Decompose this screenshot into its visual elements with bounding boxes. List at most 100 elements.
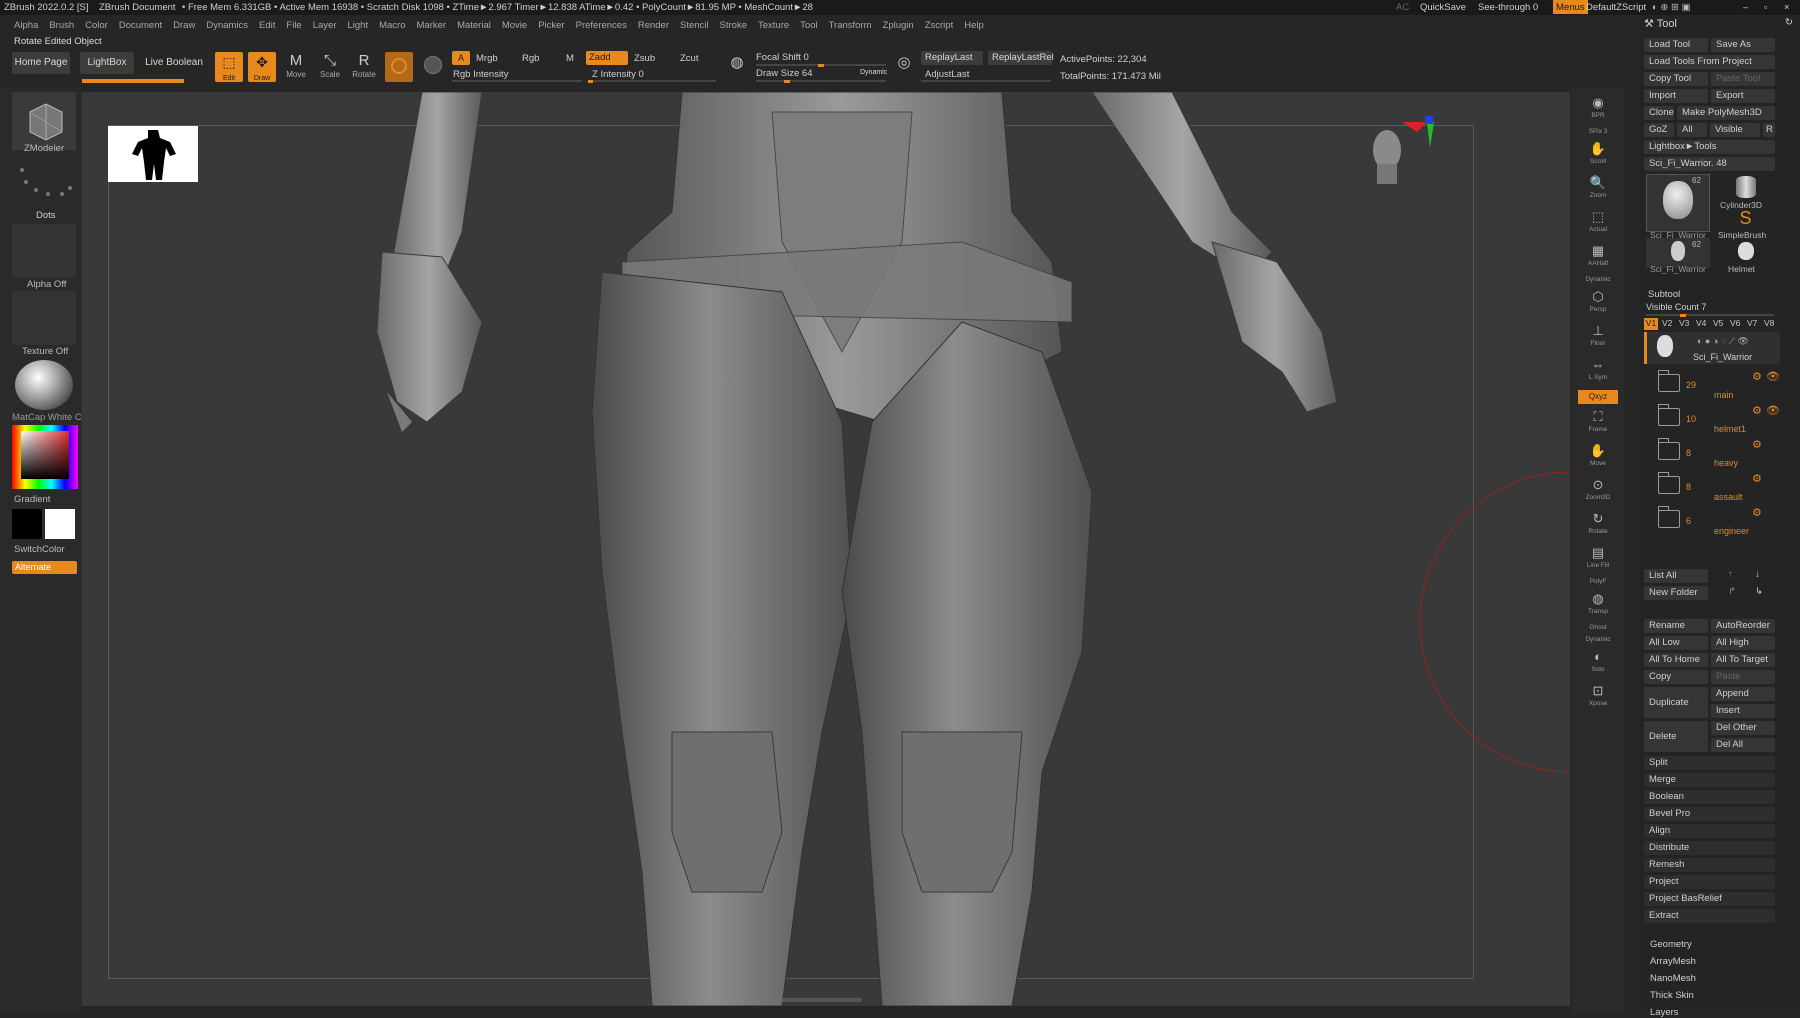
color-picker[interactable] bbox=[12, 425, 78, 489]
zcut-toggle[interactable]: Zcut bbox=[680, 53, 698, 64]
append-button[interactable]: Append bbox=[1711, 687, 1775, 701]
ac-label[interactable]: AC bbox=[1396, 2, 1409, 13]
menu-transform[interactable]: Transform bbox=[829, 20, 872, 31]
rename-button[interactable]: Rename bbox=[1644, 619, 1708, 633]
load-from-project-button[interactable]: Load Tools From Project bbox=[1644, 55, 1775, 69]
goz-r-button[interactable]: R bbox=[1763, 123, 1775, 137]
lightbox-button[interactable]: LightBox bbox=[80, 52, 134, 74]
del-all-button[interactable]: Del All bbox=[1711, 738, 1775, 752]
live-boolean-button[interactable]: Live Boolean bbox=[144, 52, 204, 74]
material-sphere-icon[interactable] bbox=[419, 56, 447, 86]
menu-zplugin[interactable]: Zplugin bbox=[883, 20, 914, 31]
shelf-line-fill[interactable]: ▤ Line Fill bbox=[1578, 544, 1618, 576]
menu-tool[interactable]: Tool bbox=[800, 20, 817, 31]
brush-material-button[interactable] bbox=[385, 52, 413, 82]
section-remesh[interactable]: Remesh bbox=[1644, 858, 1775, 872]
shelf-dynamic[interactable]: Dynamic bbox=[1578, 636, 1618, 647]
see-through-slider[interactable]: See-through 0 bbox=[1478, 2, 1538, 13]
copy-subtool-button[interactable]: Copy bbox=[1644, 670, 1708, 684]
rotate-button[interactable]: R Rotate bbox=[350, 52, 378, 82]
menu-marker[interactable]: Marker bbox=[417, 20, 447, 31]
shelf-xpose[interactable]: ⊡ Xpose bbox=[1578, 682, 1618, 714]
m-toggle[interactable]: M bbox=[566, 53, 574, 64]
replay-last-rel-button[interactable]: ReplayLastRel bbox=[988, 51, 1054, 65]
menu-preferences[interactable]: Preferences bbox=[576, 20, 627, 31]
menu-edit[interactable]: Edit bbox=[259, 20, 275, 31]
scale-button[interactable]: ⤡ Scale bbox=[316, 52, 344, 82]
version-tab-v5[interactable]: V5 bbox=[1713, 318, 1723, 328]
stroke-dots[interactable] bbox=[12, 158, 76, 210]
shelf-polyf[interactable]: PolyF bbox=[1578, 578, 1618, 589]
shelf-zoom[interactable]: 🔍 Zoom bbox=[1578, 174, 1618, 206]
menu-render[interactable]: Render bbox=[638, 20, 669, 31]
menu-file[interactable]: File bbox=[286, 20, 301, 31]
zsub-toggle[interactable]: Zsub bbox=[634, 53, 655, 64]
folder-main[interactable]: 29 main ⚙ 👁 bbox=[1644, 366, 1780, 400]
shelf-zoom3d[interactable]: ⊙ Zoom3D bbox=[1578, 476, 1618, 508]
del-other-button[interactable]: Del Other bbox=[1711, 721, 1775, 735]
version-tab-v1[interactable]: V1 bbox=[1644, 318, 1658, 330]
mrgb-toggle[interactable]: Mrgb bbox=[476, 53, 498, 64]
version-tab-v3[interactable]: V3 bbox=[1679, 318, 1689, 328]
goz-visible-button[interactable]: Visible bbox=[1710, 123, 1760, 137]
replay-icon[interactable]: ◎ bbox=[890, 54, 918, 84]
section-merge[interactable]: Merge bbox=[1644, 773, 1775, 787]
silhouette-preview[interactable] bbox=[108, 126, 198, 182]
export-button[interactable]: Export bbox=[1711, 89, 1775, 103]
main-color-swatch[interactable] bbox=[45, 509, 75, 539]
arrow-up-icon[interactable]: ↱ bbox=[1728, 586, 1736, 597]
shelf-floor[interactable]: ⊥ Floor bbox=[1578, 322, 1618, 354]
menu-layer[interactable]: Layer bbox=[313, 20, 337, 31]
section-bevel-pro[interactable]: Bevel Pro bbox=[1644, 807, 1775, 821]
folder-helmet1[interactable]: 10 helmet1 ⚙ 👁 bbox=[1644, 400, 1780, 434]
menu-material[interactable]: Material bbox=[457, 20, 491, 31]
lightbox-tools-button[interactable]: Lightbox►Tools bbox=[1644, 140, 1775, 154]
version-tab-v6[interactable]: V6 bbox=[1730, 318, 1740, 328]
all-high-button[interactable]: All High bbox=[1711, 636, 1775, 650]
visible-count-slider[interactable]: Visible Count 7 bbox=[1646, 302, 1706, 312]
section-distribute[interactable]: Distribute bbox=[1644, 841, 1775, 855]
z-intensity-slider[interactable]: Z Intensity 0 bbox=[592, 69, 644, 80]
shelf-persp[interactable]: ⬡ Persp bbox=[1578, 288, 1618, 320]
pin-icon[interactable]: ↻ bbox=[1785, 17, 1793, 28]
menu-dynamics[interactable]: Dynamics bbox=[206, 20, 248, 31]
zmodeler-brush[interactable] bbox=[12, 92, 76, 150]
menu-macro[interactable]: Macro bbox=[379, 20, 405, 31]
new-folder-button[interactable]: New Folder bbox=[1644, 586, 1708, 600]
paste-subtool-button[interactable]: Paste bbox=[1711, 670, 1775, 684]
a-toggle[interactable]: A bbox=[452, 51, 470, 65]
all-to-home-button[interactable]: All To Home bbox=[1644, 653, 1708, 667]
section-project[interactable]: Project bbox=[1644, 875, 1775, 889]
subtool-header[interactable]: Subtool bbox=[1648, 289, 1680, 300]
make-polymesh-button[interactable]: Make PolyMesh3D bbox=[1677, 106, 1775, 120]
import-button[interactable]: Import bbox=[1644, 89, 1708, 103]
subpalette-arraymesh[interactable]: ArrayMesh bbox=[1650, 956, 1696, 967]
shelf-qxyz[interactable]: Qxyz bbox=[1578, 390, 1618, 404]
dynamic-toggle[interactable]: Dynamic bbox=[860, 69, 887, 76]
sci-fi-warrior-model[interactable] bbox=[82, 92, 1570, 1006]
menu-color[interactable]: Color bbox=[85, 20, 108, 31]
adjust-last-slider[interactable]: AdjustLast bbox=[925, 69, 969, 80]
load-tool-button[interactable]: Load Tool bbox=[1644, 38, 1708, 52]
folder-engineer[interactable]: 6 engineer ⚙ bbox=[1644, 502, 1780, 536]
menu-movie[interactable]: Movie bbox=[502, 20, 527, 31]
shelf-spix-3[interactable]: SPix 3 bbox=[1578, 128, 1618, 139]
version-tab-v7[interactable]: V7 bbox=[1747, 318, 1757, 328]
secondary-color-swatch[interactable] bbox=[12, 509, 42, 539]
shelf-rotate[interactable]: ↻ Rotate bbox=[1578, 510, 1618, 542]
menu-alpha[interactable]: Alpha bbox=[14, 20, 38, 31]
version-tab-v8[interactable]: V8 bbox=[1764, 318, 1774, 328]
tool-thumb-helmet[interactable] bbox=[1718, 240, 1773, 264]
lazy-mouse-icon[interactable]: ◍ bbox=[723, 54, 751, 84]
texture-slot[interactable] bbox=[12, 291, 76, 345]
move-down-icon[interactable]: ↓ bbox=[1755, 569, 1760, 580]
menu-stencil[interactable]: Stencil bbox=[680, 20, 709, 31]
section-boolean[interactable]: Boolean bbox=[1644, 790, 1775, 804]
tool-thumb-cylinder[interactable] bbox=[1718, 174, 1773, 202]
menu-help[interactable]: Help bbox=[964, 20, 984, 31]
folder-assault[interactable]: 8 assault ⚙ bbox=[1644, 468, 1780, 502]
current-tool-slider[interactable]: Sci_Fi_Warrior. 48 bbox=[1644, 157, 1775, 171]
duplicate-button[interactable]: Duplicate bbox=[1644, 687, 1708, 718]
all-to-target-button[interactable]: All To Target bbox=[1711, 653, 1775, 667]
viewport-canvas[interactable] bbox=[82, 92, 1570, 1006]
